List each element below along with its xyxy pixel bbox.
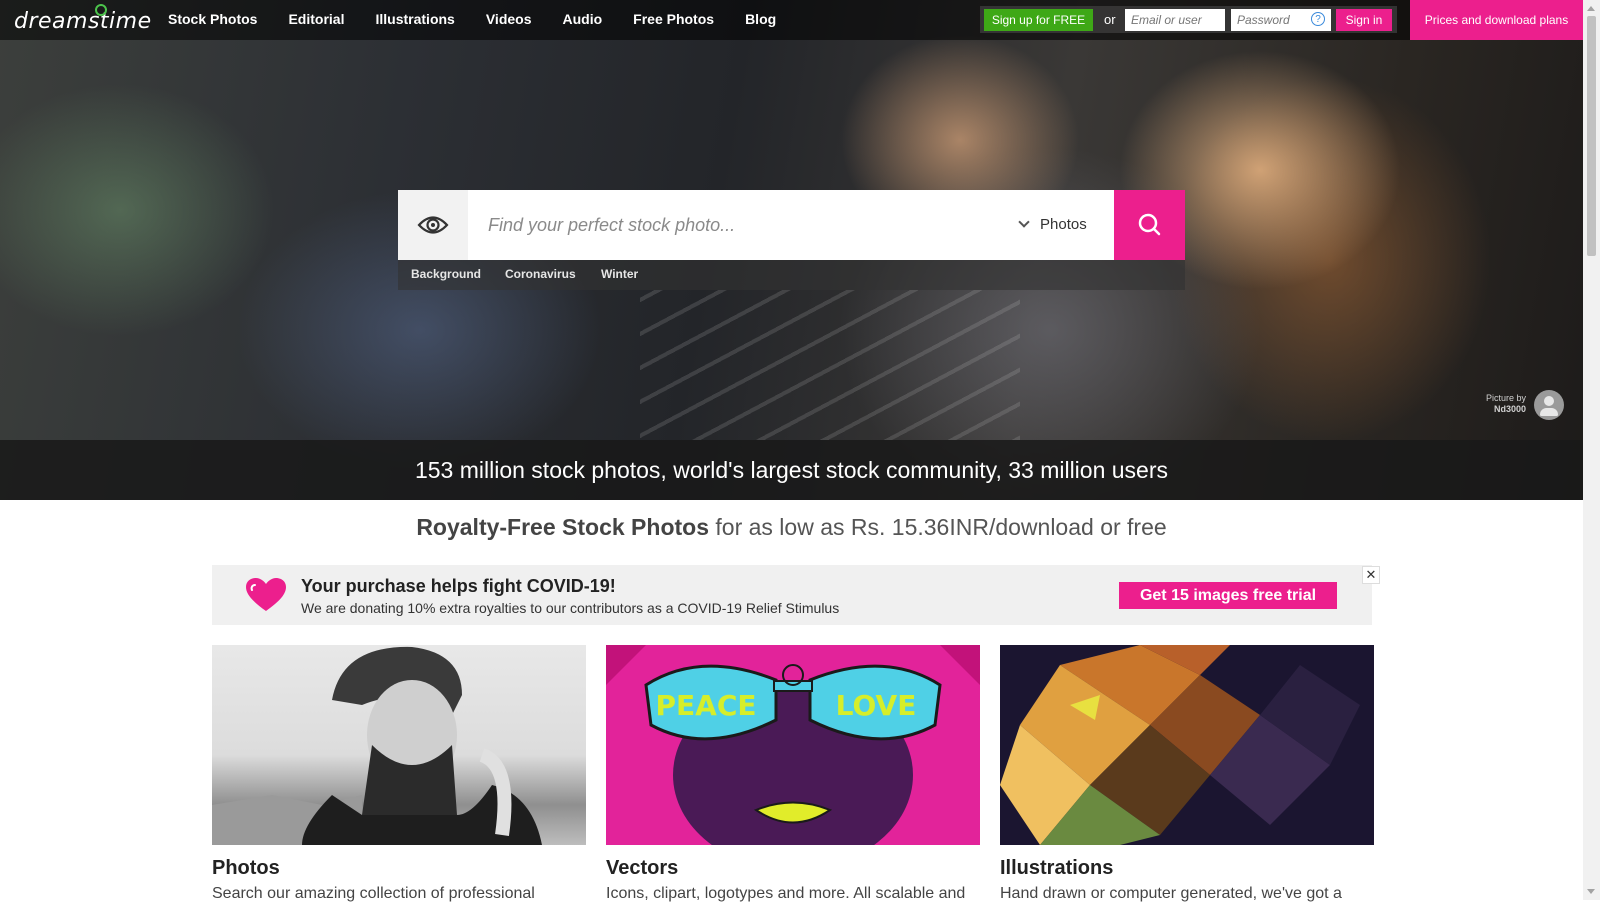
search-type-select[interactable]: Photos xyxy=(1018,190,1087,260)
nav-links: Stock Photos Editorial Illustrations Vid… xyxy=(168,0,807,40)
covid-subtitle: We are donating 10% extra royalties to o… xyxy=(301,600,840,616)
search-bar: Photos xyxy=(398,190,1185,260)
card-photos-desc: Search our amazing collection of profess… xyxy=(212,885,535,902)
card-vectors-image[interactable]: PEACE LOVE xyxy=(606,645,980,845)
tag-background[interactable]: Background xyxy=(411,260,481,289)
tag-winter[interactable]: Winter xyxy=(601,260,638,289)
logo-dot-icon xyxy=(95,4,107,16)
nav-link-stock-photos[interactable]: Stock Photos xyxy=(168,0,257,40)
search-input[interactable] xyxy=(468,190,988,260)
search-type-label: Photos xyxy=(1040,216,1087,233)
royalty-bold: Royalty-Free Stock Photos xyxy=(416,514,709,540)
help-icon[interactable]: ? xyxy=(1311,12,1325,26)
logo[interactable]: dreamstime xyxy=(14,9,152,34)
tag-coronavirus[interactable]: Coronavirus xyxy=(505,260,576,289)
card-photos-title[interactable]: Photos xyxy=(212,857,280,880)
chevron-down-icon xyxy=(1018,216,1030,228)
covid-banner: Your purchase helps fight COVID-19! We a… xyxy=(212,565,1380,625)
card-vectors[interactable]: PEACE LOVE Vectors Icons, clipart, logot… xyxy=(606,645,980,902)
nav-link-free-photos[interactable]: Free Photos xyxy=(633,0,714,40)
nav-link-illustrations[interactable]: Illustrations xyxy=(375,0,454,40)
card-vectors-title[interactable]: Vectors xyxy=(606,857,678,880)
card-photos[interactable]: Photos Search our amazing collection of … xyxy=(212,645,586,902)
or-label: or xyxy=(1104,12,1116,27)
prices-button[interactable]: Prices and download plans xyxy=(1410,0,1583,40)
heart-icon xyxy=(246,578,286,611)
credit-author[interactable]: Nd3000 xyxy=(1480,404,1526,415)
close-icon[interactable]: ✕ xyxy=(1362,566,1380,584)
scroll-up-icon[interactable] xyxy=(1587,6,1595,11)
nav-link-audio[interactable]: Audio xyxy=(563,0,603,40)
nav-link-videos[interactable]: Videos xyxy=(486,0,532,40)
card-illustrations[interactable]: Illustrations Hand drawn or computer gen… xyxy=(1000,645,1374,902)
bearded-man-illustration xyxy=(212,646,542,845)
peace-love-illustration: PEACE LOVE xyxy=(606,645,980,845)
peace-word: PEACE xyxy=(656,689,757,722)
stats-text: 153 million stock photos, world's larges… xyxy=(414,457,1169,483)
avatar-icon[interactable] xyxy=(1534,390,1564,420)
search-tags: Background Coronavirus Winter xyxy=(398,260,1185,290)
visual-search-button[interactable] xyxy=(398,190,468,260)
email-field[interactable] xyxy=(1125,9,1225,31)
card-illustrations-desc: Hand drawn or computer generated, we've … xyxy=(1000,885,1342,902)
nav-link-editorial[interactable]: Editorial xyxy=(288,0,344,40)
card-vectors-desc: Icons, clipart, logotypes and more. All … xyxy=(606,885,966,902)
free-trial-button[interactable]: Get 15 images free trial xyxy=(1119,582,1337,609)
scroll-thumb[interactable] xyxy=(1587,16,1596,256)
love-word: LOVE xyxy=(836,689,917,722)
search-button[interactable] xyxy=(1114,190,1185,260)
card-photos-image[interactable] xyxy=(212,645,586,845)
lowpoly-tiger-illustration xyxy=(1000,645,1360,845)
covid-title: Your purchase helps fight COVID-19! xyxy=(301,576,616,596)
eye-icon xyxy=(417,216,449,234)
nav-link-blog[interactable]: Blog xyxy=(745,0,776,40)
search-icon xyxy=(1138,213,1161,236)
signup-button[interactable]: Sign up for FREE xyxy=(984,9,1093,31)
picture-credit: Picture by Nd3000 xyxy=(1480,393,1526,415)
card-illustrations-title[interactable]: Illustrations xyxy=(1000,857,1113,880)
card-illustrations-image[interactable] xyxy=(1000,645,1374,845)
signin-button[interactable]: Sign in xyxy=(1336,9,1392,31)
credit-label: Picture by xyxy=(1485,393,1526,403)
hero-motion-blur xyxy=(640,290,1020,440)
scroll-down-icon[interactable] xyxy=(1587,889,1595,894)
stats-band: 153 million stock photos, world's larges… xyxy=(0,440,1583,500)
royalty-heading: Royalty-Free Stock Photos for as low as … xyxy=(0,514,1583,541)
royalty-rest: for as low as Rs. 15.36INR/download or f… xyxy=(709,514,1167,540)
